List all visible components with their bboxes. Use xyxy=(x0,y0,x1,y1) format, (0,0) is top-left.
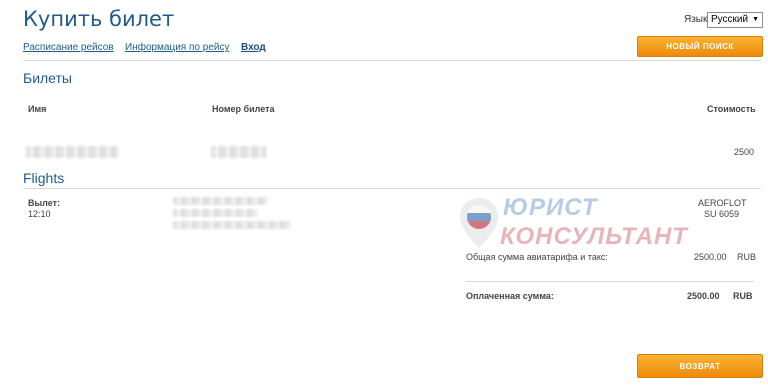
redacted-ticket-number xyxy=(211,146,266,158)
redacted-route-line-2 xyxy=(173,209,258,217)
page-title: Купить билет xyxy=(23,7,175,31)
col-header-name: Имя xyxy=(28,104,47,114)
col-header-ticket-number: Номер билета xyxy=(212,104,275,114)
tickets-section-title: Билеты xyxy=(23,70,72,86)
flights-section-title: Flights xyxy=(23,170,65,186)
total-fare-value: 2500.00 xyxy=(694,252,727,262)
flights-divider xyxy=(23,188,761,189)
departure-time: 12:10 xyxy=(28,209,51,219)
total-fare-currency: RUB xyxy=(737,252,757,262)
language-select[interactable]: Русский ▼ xyxy=(707,12,764,28)
departure-label: Вылет: xyxy=(28,198,61,208)
totals-divider xyxy=(466,281,754,282)
new-search-button[interactable]: НОВЫЙ ПОИСК xyxy=(637,36,763,57)
nav-link-schedule[interactable]: Расписание рейсов xyxy=(23,42,114,53)
nav-link-login[interactable]: Вход xyxy=(241,42,266,53)
nav-link-flight-info[interactable]: Информация по рейсу xyxy=(125,42,229,53)
redacted-route-line-3 xyxy=(173,221,291,229)
watermark-pin-icon xyxy=(459,197,499,249)
paid-amount-label: Оплаченная сумма: xyxy=(466,291,554,301)
return-button[interactable]: ВОЗВРАТ xyxy=(637,354,763,378)
language-select-value: Русский xyxy=(711,14,749,25)
nav-divider xyxy=(23,60,761,61)
watermark-text-line1: ЮРИСТ xyxy=(503,194,598,221)
ticket-price: 2500 xyxy=(734,147,755,157)
total-fare-label: Общая сумма авиатарифа и такс: xyxy=(466,252,608,262)
paid-amount-currency: RUB xyxy=(733,291,753,301)
flight-number: SU 6059 xyxy=(704,209,740,219)
airline-name: AEROFLOT xyxy=(698,198,747,208)
watermark-text-line2: КОНСУЛЬТАНТ xyxy=(500,223,688,250)
col-header-price: Стоимость xyxy=(707,104,756,114)
chevron-down-icon: ▼ xyxy=(752,16,760,23)
redacted-route-line-1 xyxy=(173,197,268,205)
paid-amount-value: 2500.00 xyxy=(687,291,720,301)
redacted-passenger-name xyxy=(26,146,118,158)
